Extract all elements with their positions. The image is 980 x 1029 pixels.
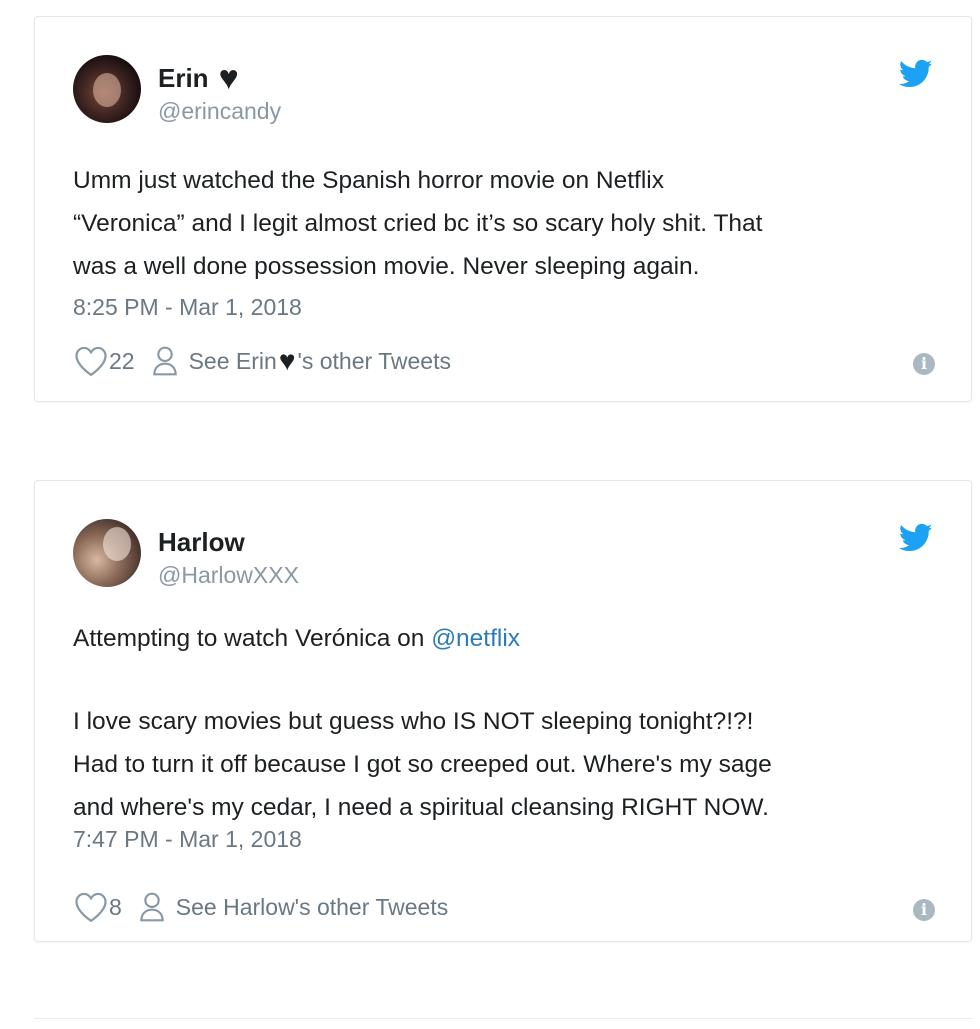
display-name: Erin ♥ (158, 59, 239, 97)
person-icon (140, 892, 164, 922)
twitter-bird-icon[interactable] (899, 523, 933, 553)
user-handle: @erincandy (158, 98, 282, 124)
heart-outline-icon (75, 892, 107, 923)
like-button[interactable]: 22 (73, 345, 135, 377)
display-name: Harlow (158, 527, 245, 557)
avatar[interactable] (73, 519, 141, 587)
heart-outline-icon (75, 346, 107, 377)
black-heart-emoji: ♥ (278, 345, 296, 376)
tweet-timestamp[interactable]: 8:25 PM - Mar 1, 2018 (73, 293, 302, 321)
tweet-card-erin[interactable]: Erin ♥ @erincandy Umm just watched the S… (34, 16, 972, 402)
twitter-bird-icon[interactable] (899, 59, 933, 89)
avatar[interactable] (73, 55, 141, 123)
tweet-card-harlow[interactable]: Harlow @HarlowXXX Attempting to watch Ve… (34, 480, 972, 942)
tweet-text: Attempting to watch Verónica on @netflix… (73, 625, 772, 821)
tweet-text: Umm just watched the Spanish horror movi… (73, 167, 763, 280)
tweet-actions: 22 See Erin ♥ 's other Tweets (73, 345, 451, 377)
tweet-timestamp[interactable]: 7:47 PM - Mar 1, 2018 (73, 825, 302, 853)
black-heart-emoji: ♥ (218, 59, 239, 97)
like-button[interactable]: 8 (73, 891, 122, 923)
see-other-tweets-link[interactable]: See Harlow's other Tweets (138, 891, 448, 923)
user-handle: @HarlowXXX (158, 562, 299, 588)
netflix-mention-link[interactable]: @netflix (431, 625, 520, 652)
info-icon[interactable]: i (913, 353, 935, 375)
tweet-actions: 8 See Harlow's other Tweets (73, 891, 448, 923)
author-block[interactable]: Erin ♥ @erincandy (158, 59, 282, 125)
author-block[interactable]: Harlow @HarlowXXX (158, 527, 299, 589)
like-count: 22 (109, 348, 135, 374)
see-other-tweets-link[interactable]: See Erin ♥ 's other Tweets (151, 345, 451, 377)
like-count: 8 (109, 894, 122, 920)
person-icon (152, 346, 177, 376)
next-tweet-card-edge (34, 1018, 972, 1029)
info-icon[interactable]: i (913, 899, 935, 921)
